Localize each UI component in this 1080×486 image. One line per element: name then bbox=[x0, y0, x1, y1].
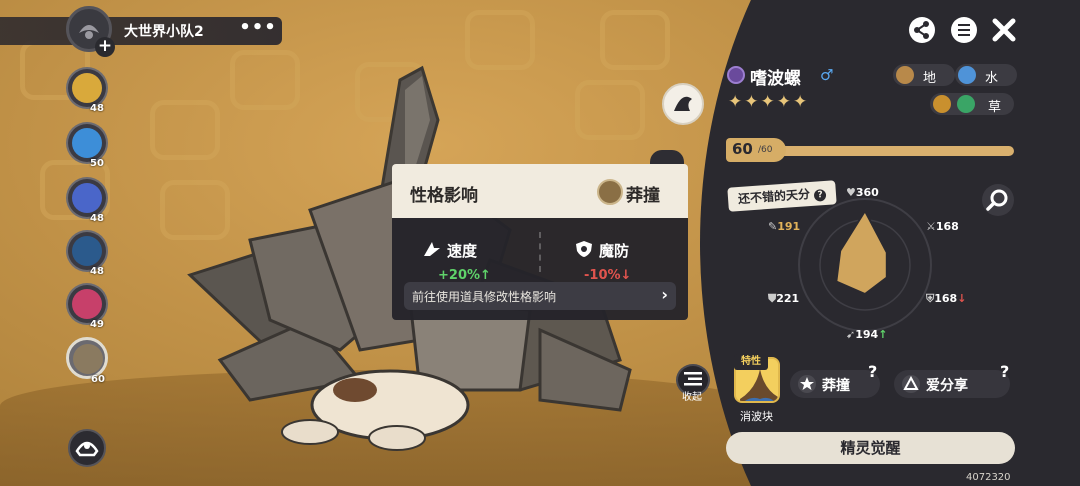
pet-avatar bbox=[72, 128, 102, 158]
skill-name: 莽撞 bbox=[822, 378, 850, 394]
nature-popup-title: 性格影响 bbox=[410, 186, 478, 206]
speed-icon bbox=[424, 242, 440, 256]
star-icon bbox=[798, 375, 816, 393]
stat-magic-attack: ✎191 bbox=[768, 220, 801, 233]
type-label: 地 bbox=[923, 71, 937, 86]
nature-down-stat: 魔防 -10%↓ bbox=[564, 228, 694, 283]
nature-down-stat-value: -10%↓ bbox=[584, 268, 632, 283]
skill-love-share[interactable]: 爱分享 bbox=[894, 370, 1010, 398]
modify-nature-link[interactable]: 前往使用道具修改性格影响 › bbox=[404, 282, 676, 310]
pet-slot[interactable]: 48 bbox=[66, 177, 108, 224]
nature-popup-body: 速度 +20%↑ 魔防 -10%↓ 前往使用道具修改性格影响 › bbox=[392, 218, 688, 320]
stat-attack: ⚔168 bbox=[926, 220, 959, 233]
squad-emblem-button[interactable] bbox=[68, 429, 106, 467]
pet-slot[interactable]: 50 bbox=[66, 122, 108, 169]
modify-nature-text: 前往使用道具修改性格影响 bbox=[412, 290, 557, 304]
triangle-badge-icon bbox=[902, 375, 920, 393]
fruit-icon bbox=[933, 95, 951, 113]
pet-name: 嗜波螺 bbox=[750, 69, 801, 89]
search-button[interactable] bbox=[982, 184, 1014, 216]
grass-type-icon bbox=[957, 95, 975, 113]
type-label: 水 bbox=[985, 71, 999, 86]
type-chip-ground[interactable]: 地 bbox=[893, 64, 955, 86]
help-icon[interactable]: ? bbox=[868, 362, 877, 381]
chevron-right-icon: › bbox=[661, 285, 668, 304]
shield-icon: ⛊ bbox=[768, 292, 777, 305]
close-icon[interactable] bbox=[990, 16, 1018, 44]
pet-level: 60 bbox=[91, 374, 105, 385]
pet-slot[interactable]: 48 bbox=[66, 230, 108, 277]
ground-type-icon bbox=[896, 66, 914, 84]
pet-slot[interactable]: 49 bbox=[66, 283, 108, 330]
nature-move-name: 莽撞 bbox=[626, 186, 660, 206]
sword-icon: ⚔ bbox=[926, 220, 936, 233]
pet-slot[interactable]: 48 bbox=[66, 67, 108, 114]
heart-icon: ♥ bbox=[846, 186, 856, 199]
pet-level: 48 bbox=[90, 266, 104, 277]
rarity-icon bbox=[727, 66, 745, 84]
magic-defense-icon bbox=[576, 241, 592, 257]
trait-name: 消波块 bbox=[740, 410, 773, 423]
pet-avatar bbox=[72, 73, 102, 103]
stat-hp: ♥360 bbox=[846, 186, 879, 199]
user-id: 4072320 bbox=[966, 472, 1011, 483]
share-icon[interactable] bbox=[908, 16, 936, 44]
level-max: /60 bbox=[758, 145, 773, 155]
male-gender-icon: ♂ bbox=[820, 66, 834, 84]
nature-up-stat: 速度 +20%↑ bbox=[412, 228, 542, 283]
stat-divider bbox=[539, 232, 541, 272]
level-current: 60 bbox=[732, 140, 753, 158]
skill-bubble-icon[interactable] bbox=[662, 83, 704, 125]
pet-avatar bbox=[72, 183, 102, 213]
add-squad-button[interactable]: + bbox=[95, 37, 115, 57]
pet-avatar bbox=[72, 289, 102, 319]
pet-level: 50 bbox=[90, 158, 104, 169]
search-icon bbox=[986, 189, 1008, 211]
pet-avatar bbox=[73, 344, 103, 374]
skill-name: 爱分享 bbox=[926, 378, 968, 394]
pet-level: 48 bbox=[90, 213, 104, 224]
nature-popup: 性格影响 莽撞 速度 +20%↑ 魔防 -10%↓ 前往使用道具修改性格影响 › bbox=[392, 164, 688, 320]
awaken-button[interactable]: 精灵觉醒 bbox=[726, 432, 1015, 464]
nature-move-icon bbox=[597, 179, 623, 205]
skill-reckless[interactable]: 莽撞 bbox=[790, 370, 880, 398]
list-icon[interactable] bbox=[950, 16, 978, 44]
stat-hexagon bbox=[798, 198, 932, 332]
squad-more-button[interactable]: ••• bbox=[238, 15, 278, 45]
stat-speed: ➹194↑ bbox=[846, 328, 888, 341]
type-chip-grass[interactable]: 草 bbox=[930, 93, 1014, 115]
star-rating: ✦✦✦✦✦ bbox=[728, 92, 810, 112]
level-badge: 60 /60 bbox=[726, 138, 786, 162]
stat-magic-defense: ⛨168↓ bbox=[926, 292, 967, 305]
nature-down-stat-name: 魔防 bbox=[599, 242, 630, 260]
type-chip-water[interactable]: 水 bbox=[955, 64, 1017, 86]
pet-slot[interactable]: 60 bbox=[66, 337, 108, 385]
squad-name[interactable]: 大世界小队2 bbox=[124, 21, 204, 41]
nature-up-stat-name: 速度 bbox=[447, 242, 478, 260]
pet-level: 49 bbox=[90, 319, 104, 330]
wand-icon: ✎ bbox=[768, 220, 778, 233]
nature-popup-header: 性格影响 莽撞 bbox=[392, 164, 688, 218]
type-label: 草 bbox=[988, 100, 1002, 115]
water-type-icon bbox=[958, 66, 976, 84]
pet-avatar bbox=[72, 236, 102, 266]
shield-icon: ⛨ bbox=[926, 292, 935, 305]
helmet-icon bbox=[75, 441, 99, 457]
collapse-label: 收起 bbox=[682, 392, 702, 403]
nature-up-stat-value: +20%↑ bbox=[438, 268, 491, 283]
stat-defense: ⛊221 bbox=[768, 292, 800, 305]
help-icon[interactable]: ? bbox=[1000, 362, 1009, 381]
pet-level: 48 bbox=[90, 103, 104, 114]
wing-icon: ➹ bbox=[846, 328, 856, 341]
stat-polygon bbox=[835, 208, 888, 296]
trait-tag: 特性 bbox=[734, 354, 768, 370]
